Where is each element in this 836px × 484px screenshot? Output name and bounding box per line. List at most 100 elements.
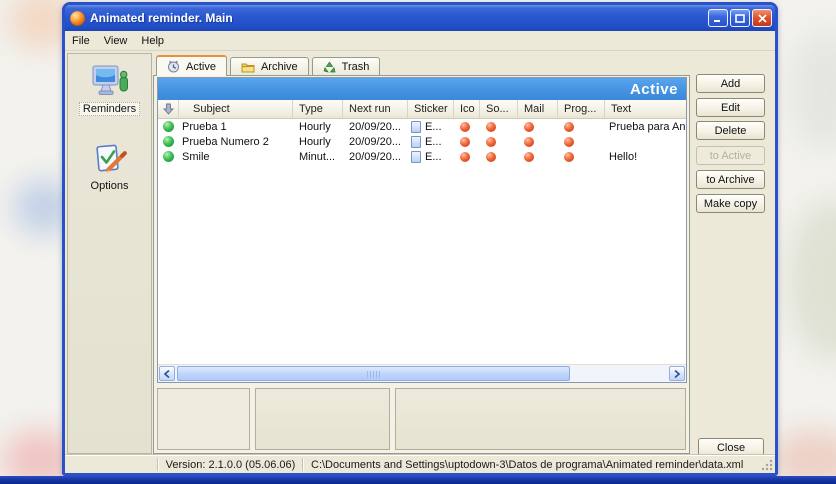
- column-header-ico[interactable]: Ico: [454, 100, 480, 118]
- list-empty-area: [158, 164, 686, 364]
- status-data-file-path: C:\Documents and Settings\uptodown-3\Dat…: [311, 458, 744, 471]
- sidebar: Reminders Options: [67, 53, 152, 454]
- sticker-icon: [411, 135, 421, 148]
- status-version: Version: 2.1.0.0 (05.06.06): [165, 458, 296, 471]
- reminder-row[interactable]: Prueba 1 Hourly 20/09/20... E... Prueba …: [158, 119, 686, 134]
- preview-panel-sticker: [157, 388, 250, 450]
- sidebar-item-reminders[interactable]: Reminders: [68, 64, 151, 116]
- horizontal-scrollbar[interactable]: [158, 364, 686, 382]
- mail-indicator-dot: [524, 151, 534, 162]
- preview-panel-icon: [255, 388, 390, 450]
- status-segment-empty: [65, 458, 157, 471]
- tab-archive[interactable]: Archive: [229, 57, 309, 76]
- column-header-mail[interactable]: Mail: [518, 100, 558, 118]
- column-header-sticker[interactable]: Sticker: [408, 100, 454, 118]
- tab-label: Trash: [341, 61, 370, 73]
- resize-grip[interactable]: [760, 458, 774, 472]
- add-button[interactable]: Add: [696, 74, 765, 93]
- column-header-type[interactable]: Type: [293, 100, 343, 118]
- cell-type: Hourly: [299, 135, 331, 148]
- active-tab-icon: [168, 60, 179, 73]
- cell-subject: Prueba 1: [182, 120, 227, 133]
- menu-view[interactable]: View: [97, 33, 135, 49]
- resize-grip-icon: [761, 459, 773, 470]
- scroll-right-button[interactable]: [669, 366, 685, 381]
- scroll-left-button[interactable]: [159, 366, 175, 381]
- status-active-dot: [163, 151, 174, 162]
- mail-indicator-dot: [524, 121, 534, 132]
- app-icon: [70, 10, 85, 26]
- list-banner: Active: [158, 78, 686, 100]
- close-button[interactable]: [752, 9, 772, 27]
- ico-indicator-dot: [460, 136, 470, 147]
- desktop-background: Animated reminder. Main File View Help R…: [0, 0, 836, 484]
- cell-next-run: 20/09/20...: [349, 150, 401, 163]
- list-header: Subject Type Next run Sticker Ico So... …: [158, 100, 686, 119]
- sticker-icon: [411, 120, 421, 133]
- cell-subject: Prueba Numero 2: [182, 135, 269, 148]
- taskbar-edge: [0, 476, 836, 484]
- minimize-button[interactable]: [708, 9, 728, 27]
- make-copy-button[interactable]: Make copy: [696, 194, 765, 213]
- title-bar[interactable]: Animated reminder. Main: [65, 5, 775, 31]
- column-header-sound[interactable]: So...: [480, 100, 518, 118]
- tab-trash[interactable]: Trash: [311, 57, 381, 76]
- ico-indicator-dot: [460, 121, 470, 132]
- scrollbar-thumb[interactable]: [177, 366, 570, 381]
- sidebar-item-label: Options: [90, 180, 129, 192]
- column-header-text[interactable]: Text: [605, 100, 686, 118]
- chevron-right-icon: [674, 369, 680, 378]
- sticker-icon: [411, 150, 421, 163]
- cell-type: Hourly: [299, 120, 331, 133]
- chevron-left-icon: [164, 369, 170, 378]
- maximize-icon: [735, 13, 745, 23]
- column-header-program[interactable]: Prog...: [558, 100, 605, 118]
- program-indicator-dot: [564, 136, 574, 147]
- column-header-next-run[interactable]: Next run: [343, 100, 408, 118]
- cell-sticker: E...: [425, 135, 442, 148]
- tab-page-active: Active Subject Type Next run Sticker Ico: [153, 75, 690, 454]
- maximize-button[interactable]: [730, 9, 750, 27]
- scrollbar-grip: [366, 371, 381, 378]
- sort-column-header[interactable]: [158, 100, 179, 118]
- preview-panel-text: [395, 388, 686, 450]
- archive-tab-icon: [241, 63, 255, 73]
- menu-file[interactable]: File: [65, 33, 97, 49]
- cell-subject: Smile: [182, 150, 210, 163]
- cell-sticker: E...: [425, 120, 442, 133]
- trash-tab-icon: [323, 61, 336, 73]
- menu-help[interactable]: Help: [134, 33, 171, 49]
- sound-indicator-dot: [486, 136, 496, 147]
- to-archive-button[interactable]: to Archive: [696, 170, 765, 189]
- sound-indicator-dot: [486, 151, 496, 162]
- tab-strip: Active Archive Trash: [156, 55, 383, 76]
- sort-down-arrow-icon: [162, 103, 174, 115]
- mail-indicator-dot: [524, 136, 534, 147]
- reminders-icon: [92, 65, 128, 95]
- to-active-button[interactable]: to Active: [696, 146, 765, 165]
- menu-bar: File View Help: [65, 31, 775, 51]
- reminder-row[interactable]: Prueba Numero 2 Hourly 20/09/20... E...: [158, 134, 686, 149]
- window-title: Animated reminder. Main: [90, 11, 233, 25]
- app-window: Animated reminder. Main File View Help R…: [62, 2, 778, 476]
- client-area: Reminders Options Active Archive Trash A…: [65, 51, 775, 458]
- minimize-icon: [714, 19, 720, 22]
- edit-button[interactable]: Edit: [696, 98, 765, 117]
- program-indicator-dot: [564, 151, 574, 162]
- cell-type: Minut...: [299, 150, 336, 163]
- program-indicator-dot: [564, 121, 574, 132]
- sound-indicator-dot: [486, 121, 496, 132]
- window-controls: [708, 9, 772, 27]
- cell-text: Hello!: [609, 150, 638, 163]
- status-bar: Version: 2.1.0.0 (05.06.06) C:\Documents…: [65, 455, 775, 473]
- tab-active[interactable]: Active: [156, 55, 227, 76]
- sidebar-item-options[interactable]: Options: [68, 142, 151, 192]
- close-icon: [757, 13, 767, 23]
- background-blob: [788, 200, 836, 360]
- delete-button[interactable]: Delete: [696, 121, 765, 140]
- reminder-row[interactable]: Smile Minut... 20/09/20... E... Hello!: [158, 149, 686, 164]
- reminder-list: Active Subject Type Next run Sticker Ico: [157, 77, 687, 383]
- background-blob: [790, 30, 836, 150]
- column-header-subject[interactable]: Subject: [179, 100, 293, 118]
- cell-next-run: 20/09/20...: [349, 135, 401, 148]
